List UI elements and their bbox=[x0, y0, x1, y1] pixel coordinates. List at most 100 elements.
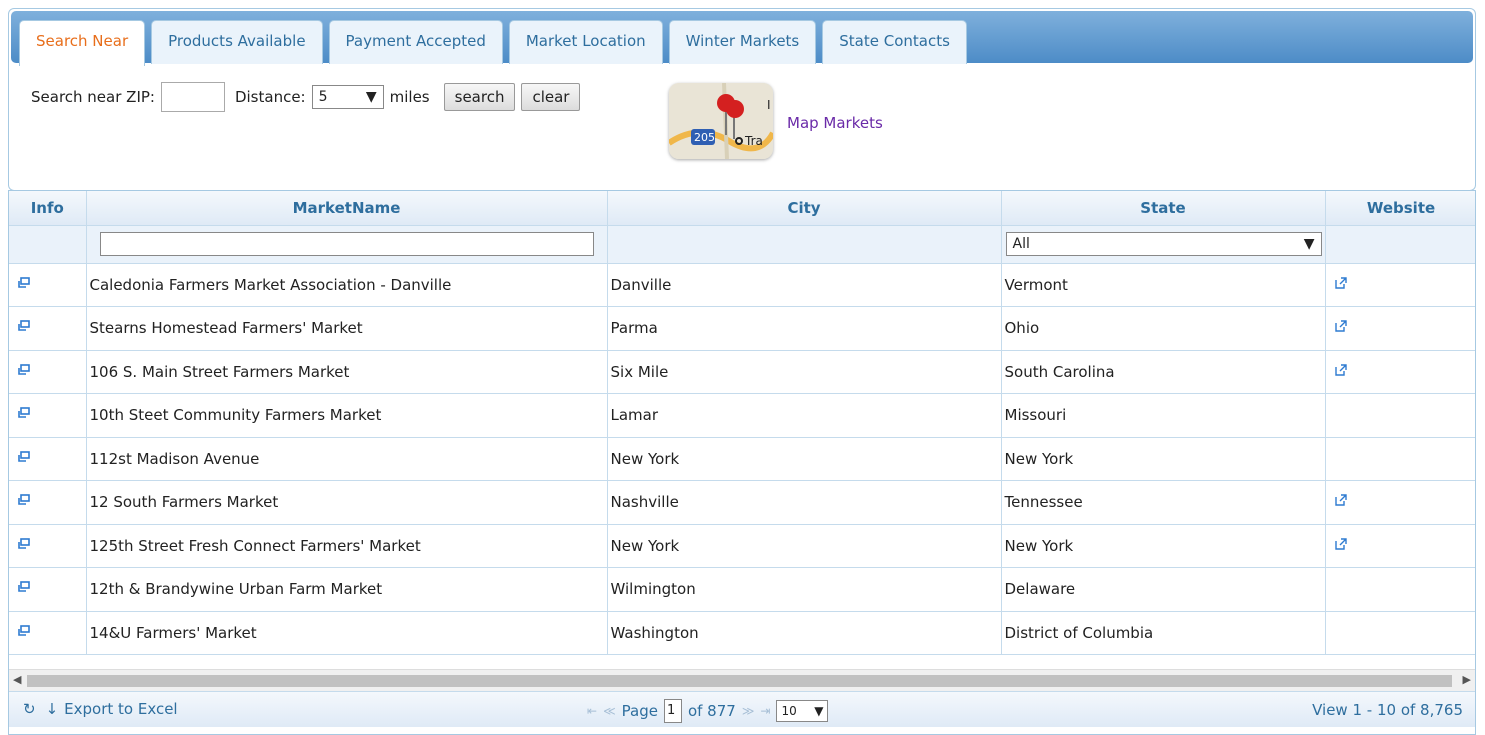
info-cell bbox=[9, 611, 87, 655]
tab-products-available[interactable]: Products Available bbox=[151, 20, 323, 64]
distance-select[interactable]: 5 ▼ bbox=[311, 85, 384, 109]
state-filter-select[interactable]: All ▼ bbox=[1005, 232, 1322, 256]
market-name-cell: 125th Street Fresh Connect Farmers' Mark… bbox=[86, 524, 608, 568]
clear-button[interactable]: clear bbox=[521, 83, 581, 111]
distance-value: 5 bbox=[318, 89, 328, 105]
chevron-down-icon: ▼ bbox=[1303, 236, 1315, 252]
refresh-icon[interactable]: ↻ bbox=[23, 700, 36, 718]
market-name-cell: Caledonia Farmers Market Association - D… bbox=[86, 263, 608, 307]
header-row: Info MarketName City State Website bbox=[9, 191, 1475, 226]
info-cell bbox=[9, 306, 87, 351]
rows-per-page-value: 10 bbox=[781, 704, 797, 718]
info-popup-icon[interactable] bbox=[17, 537, 31, 555]
city-cell: Six Mile bbox=[607, 350, 1002, 394]
view-count: View 1 - 10 of 8,765 bbox=[1312, 701, 1463, 719]
info-popup-icon[interactable] bbox=[17, 580, 31, 598]
search-row: Search near ZIP: Distance: 5 ▼ miles sea… bbox=[31, 82, 581, 112]
table-row[interactable]: 10th Steet Community Farmers Market Lamar… bbox=[9, 393, 1475, 438]
pager-bar: ↻ ↓ Export to Excel ⇤ ≪ Page 1 of 877 ≫ … bbox=[9, 691, 1475, 727]
external-link-icon[interactable] bbox=[1334, 363, 1348, 381]
info-popup-icon[interactable] bbox=[17, 276, 31, 294]
external-link-icon[interactable] bbox=[1334, 493, 1348, 511]
state-cell: Tennessee bbox=[1001, 480, 1326, 525]
map-markets-link[interactable]: Map Markets bbox=[787, 114, 883, 132]
map-thumbnail-icon[interactable]: 205 Tra I bbox=[669, 83, 773, 159]
scroll-left-icon[interactable]: ◀ bbox=[13, 673, 21, 686]
market-name-cell: Stearns Homestead Farmers' Market bbox=[86, 306, 608, 351]
city-cell: New York bbox=[607, 524, 1002, 568]
table-row[interactable]: 12th & Brandywine Urban Farm Market Wilmi… bbox=[9, 567, 1475, 612]
market-name-cell: 12th & Brandywine Urban Farm Market bbox=[86, 567, 608, 612]
table-row[interactable]: 14&U Farmers' Market Washington District o… bbox=[9, 611, 1475, 655]
city-cell: Danville bbox=[607, 263, 1002, 307]
website-cell bbox=[1325, 567, 1475, 612]
market-name-cell: 12 South Farmers Market bbox=[86, 480, 608, 525]
external-link-icon[interactable] bbox=[1334, 537, 1348, 555]
info-popup-icon[interactable] bbox=[17, 319, 31, 337]
marketname-filter-input[interactable] bbox=[99, 232, 594, 256]
export-label: Export to Excel bbox=[64, 700, 178, 718]
tab-search-near[interactable]: Search Near bbox=[19, 20, 146, 66]
city-cell: New York bbox=[607, 437, 1002, 481]
tab-payment-accepted[interactable]: Payment Accepted bbox=[328, 20, 503, 64]
column-header-state[interactable]: State bbox=[1001, 191, 1326, 226]
city-cell: Parma bbox=[607, 306, 1002, 351]
info-cell bbox=[9, 524, 87, 568]
tab-bar: Search Near Products Available Payment Acc… bbox=[11, 11, 1473, 66]
search-panel: Search Near Products Available Payment Acc… bbox=[8, 8, 1476, 191]
table-row[interactable]: 106 S. Main Street Farmers Market Six Mil… bbox=[9, 350, 1475, 394]
grid-body: Caledonia Farmers Market Association - D… bbox=[9, 263, 1475, 655]
last-page-icon[interactable]: ⇥ bbox=[760, 704, 770, 718]
miles-label: miles bbox=[389, 88, 430, 106]
state-cell: New York bbox=[1001, 437, 1326, 481]
column-header-city[interactable]: City bbox=[607, 191, 1002, 226]
info-cell bbox=[9, 393, 87, 438]
info-cell bbox=[9, 263, 87, 307]
markets-grid: Info MarketName City State Website All ▼ bbox=[8, 190, 1476, 735]
info-cell bbox=[9, 437, 87, 481]
rows-per-page-select[interactable]: 10 ▼ bbox=[776, 700, 829, 722]
filter-row: All ▼ bbox=[9, 225, 1475, 264]
horizontal-scrollbar[interactable]: ◀ ▶ bbox=[9, 669, 1475, 691]
external-link-icon[interactable] bbox=[1334, 276, 1348, 294]
zip-input[interactable] bbox=[160, 82, 225, 112]
table-row[interactable]: 12 South Farmers Market Nashville Tennesse… bbox=[9, 480, 1475, 525]
prev-page-icon[interactable]: ≪ bbox=[603, 704, 616, 718]
website-cell bbox=[1325, 350, 1475, 394]
state-cell: South Carolina bbox=[1001, 350, 1326, 394]
website-cell bbox=[1325, 524, 1475, 568]
table-row[interactable]: 125th Street Fresh Connect Farmers' Mark… bbox=[9, 524, 1475, 568]
column-header-info[interactable]: Info bbox=[9, 191, 87, 226]
info-popup-icon[interactable] bbox=[17, 406, 31, 424]
column-header-marketname[interactable]: MarketName bbox=[86, 191, 608, 226]
tab-state-contacts[interactable]: State Contacts bbox=[822, 20, 967, 64]
filter-cell-city bbox=[607, 225, 1002, 264]
external-link-icon[interactable] bbox=[1334, 319, 1348, 337]
page-label: Page bbox=[621, 702, 658, 720]
scroll-right-icon[interactable]: ▶ bbox=[1463, 673, 1471, 686]
info-popup-icon[interactable] bbox=[17, 450, 31, 468]
info-cell bbox=[9, 350, 87, 394]
export-button[interactable]: ↓ Export to Excel bbox=[46, 700, 178, 718]
scrollbar-thumb[interactable] bbox=[27, 675, 1452, 687]
website-cell bbox=[1325, 480, 1475, 525]
state-cell: Vermont bbox=[1001, 263, 1326, 307]
table-row[interactable]: Stearns Homestead Farmers' Market Parma Oh… bbox=[9, 306, 1475, 351]
table-row[interactable]: 112st Madison Avenue New York New York bbox=[9, 437, 1475, 481]
first-page-icon[interactable]: ⇤ bbox=[587, 704, 597, 718]
tab-market-location[interactable]: Market Location bbox=[508, 20, 663, 64]
market-name-cell: 106 S. Main Street Farmers Market bbox=[86, 350, 608, 394]
tab-winter-markets[interactable]: Winter Markets bbox=[668, 20, 817, 64]
search-button[interactable]: search bbox=[443, 83, 516, 111]
table-row[interactable]: Caledonia Farmers Market Association - D… bbox=[9, 263, 1475, 307]
info-popup-icon[interactable] bbox=[17, 493, 31, 511]
column-header-website[interactable]: Website bbox=[1325, 191, 1475, 226]
market-name-cell: 14&U Farmers' Market bbox=[86, 611, 608, 655]
next-page-icon[interactable]: ≫ bbox=[742, 704, 755, 718]
pager-center: ⇤ ≪ Page 1 of 877 ≫ ⇥ 10 ▼ bbox=[587, 699, 829, 723]
info-popup-icon[interactable] bbox=[17, 363, 31, 381]
state-cell: Missouri bbox=[1001, 393, 1326, 438]
page-number-input[interactable]: 1 bbox=[663, 699, 682, 723]
distance-label: Distance: bbox=[234, 88, 306, 106]
info-popup-icon[interactable] bbox=[17, 624, 31, 642]
